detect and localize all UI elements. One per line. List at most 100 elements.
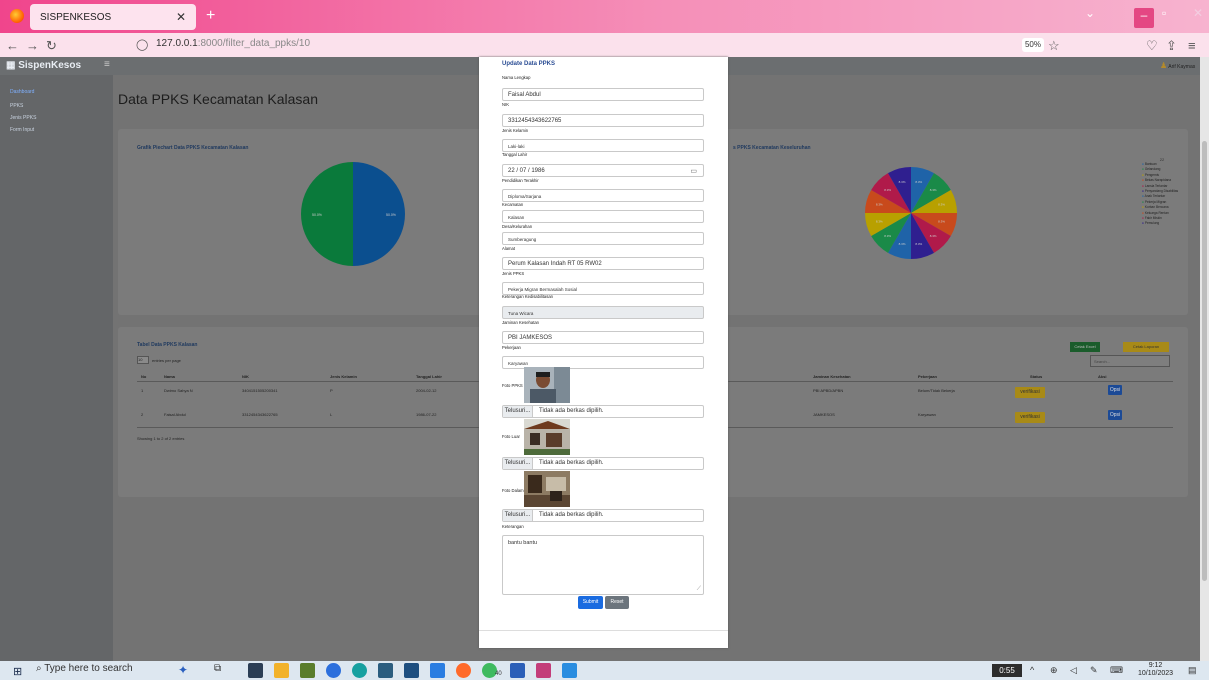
url-host: 127.0.0.1 bbox=[156, 38, 198, 49]
legend-item[interactable]: ● Pemulung bbox=[1142, 221, 1182, 226]
app-icon[interactable] bbox=[248, 663, 263, 678]
hamburger-icon[interactable]: ≡ bbox=[104, 59, 110, 70]
edge-icon[interactable] bbox=[352, 663, 367, 678]
kedisabilitasan-select[interactable]: Tuna Wicara bbox=[502, 306, 704, 319]
jenis-kelamin-select[interactable]: Laki-laki bbox=[502, 139, 704, 152]
th-jenis-kelamin[interactable]: Jenis Kelamin bbox=[330, 374, 357, 379]
legend-label: Bekas Narapidana bbox=[1143, 178, 1172, 183]
desa-select[interactable]: Sumberagung bbox=[502, 232, 704, 245]
th-no[interactable]: No bbox=[141, 374, 146, 379]
cetak-laporan-button[interactable]: Cetak Laporan bbox=[1123, 342, 1169, 352]
forward-icon[interactable]: → bbox=[26, 38, 39, 53]
browse-button[interactable]: Telusuri... bbox=[503, 406, 533, 417]
entries-select[interactable]: 10 bbox=[137, 356, 149, 364]
show-hidden-icons-icon[interactable]: ^ bbox=[1030, 665, 1034, 675]
foto-dalam-file-input[interactable]: Telusuri... Tidak ada berkas dipilih. bbox=[502, 509, 704, 522]
sidebar-item-jenis-ppks[interactable]: Jenis PPKS bbox=[10, 115, 36, 121]
page-scrollbar[interactable] bbox=[1200, 57, 1209, 661]
keyboard-icon[interactable]: ⌨ bbox=[1110, 665, 1123, 676]
status-badge[interactable]: verifikasi bbox=[1015, 387, 1045, 398]
taskbar-search-text: Type here to search bbox=[44, 663, 133, 674]
th-nik[interactable]: NIK bbox=[242, 374, 249, 379]
mail-icon[interactable] bbox=[430, 663, 445, 678]
url-bar[interactable]: 127.0.0.1:8000/filter_data_ppks/10 bbox=[156, 38, 310, 49]
sidebar-item-dashboard[interactable]: Dashboard bbox=[10, 89, 34, 95]
close-tab-icon[interactable]: ✕ bbox=[176, 10, 186, 24]
user-menu[interactable]: ♟ Arif Kaymas bbox=[1160, 61, 1195, 70]
th-pekerjaan[interactable]: Pekerjaan bbox=[918, 374, 937, 379]
cell-tgl: 2004-02-12 bbox=[416, 388, 437, 393]
submit-button[interactable]: Submit bbox=[578, 596, 603, 609]
sidebar-item-ppks[interactable]: PPKS bbox=[10, 103, 23, 109]
file-explorer-icon[interactable] bbox=[274, 663, 289, 678]
minimize-icon[interactable]: – bbox=[1134, 8, 1154, 28]
legend-label: Penyandang Disabilitas bbox=[1143, 189, 1179, 194]
store-icon[interactable] bbox=[404, 663, 419, 678]
shield-icon[interactable]: ◯ bbox=[136, 38, 148, 51]
tab-list-icon[interactable]: ⌄ bbox=[1085, 6, 1095, 20]
keterangan-textarea[interactable]: bantu bantu ⟋ bbox=[502, 535, 704, 595]
cell-nik: 3404151505200341 bbox=[242, 388, 278, 393]
th-nama[interactable]: Nama bbox=[164, 374, 175, 379]
alamat-input[interactable]: Perum Kalasan Indah RT 05 RW02 bbox=[502, 257, 704, 270]
tanggal-lahir-input[interactable]: 22 / 07 / 1986 ▭ bbox=[502, 164, 704, 177]
jaminan-input[interactable]: PBI JAMKESOS bbox=[502, 331, 704, 344]
copilot-icon[interactable]: ✦ bbox=[178, 663, 193, 678]
resize-grip-icon[interactable]: ⟋ bbox=[697, 586, 701, 593]
foto-luar-file-input[interactable]: Telusuri... Tidak ada berkas dipilih. bbox=[502, 457, 704, 470]
label-alamat: Alamat bbox=[502, 246, 516, 251]
th-tanggal-lahir[interactable]: Tanggal Lahir bbox=[416, 374, 442, 379]
reset-button[interactable]: Reset bbox=[605, 596, 629, 609]
taskbar-search[interactable]: ⌕ Type here to search bbox=[36, 663, 133, 674]
browse-button[interactable]: Telusuri... bbox=[503, 458, 533, 469]
zoom-level[interactable]: 50% bbox=[1022, 38, 1044, 52]
opsi-button[interactable]: Opsi bbox=[1108, 385, 1122, 395]
url-path: :8000/filter_data_ppks/10 bbox=[197, 38, 311, 49]
pocket-icon[interactable]: ♡ bbox=[1146, 38, 1158, 54]
kecamatan-select[interactable]: Kalasan bbox=[502, 210, 704, 223]
calendar-icon[interactable]: ▭ bbox=[690, 167, 697, 175]
th-aksi[interactable]: Aksi bbox=[1098, 374, 1106, 379]
vscode-icon[interactable] bbox=[562, 663, 577, 678]
brand-name: SispenKesos bbox=[18, 60, 82, 71]
nama-input[interactable]: Faisal Abdul bbox=[502, 88, 704, 101]
maximize-icon[interactable]: ▫ bbox=[1162, 6, 1166, 20]
network-icon[interactable]: ⊕ bbox=[1050, 665, 1058, 676]
browse-button[interactable]: Telusuri... bbox=[503, 510, 533, 521]
search-input[interactable]: Search... bbox=[1090, 355, 1170, 367]
status-badge[interactable]: verifikasi bbox=[1015, 412, 1045, 423]
pen-icon[interactable]: ✎ bbox=[1090, 665, 1098, 676]
share-icon[interactable]: ⇪ bbox=[1166, 38, 1177, 54]
legend-label: Bantuan bbox=[1143, 162, 1157, 166]
reload-icon[interactable]: ↻ bbox=[46, 38, 57, 54]
app-icon[interactable] bbox=[300, 663, 315, 678]
menu-icon[interactable]: ≡ bbox=[1188, 38, 1196, 53]
app-icon[interactable] bbox=[536, 663, 551, 678]
foto-ppks-file-input[interactable]: Telusuri... Tidak ada berkas dipilih. bbox=[502, 405, 704, 418]
app-icon[interactable] bbox=[378, 663, 393, 678]
new-tab-icon[interactable]: + bbox=[206, 7, 215, 25]
nik-input[interactable]: 3312454343622765 bbox=[502, 114, 704, 127]
sidebar-item-form-input[interactable]: Form Input bbox=[10, 127, 34, 133]
scrollbar-thumb[interactable] bbox=[1202, 141, 1207, 581]
bookmark-star-icon[interactable]: ☆ bbox=[1048, 38, 1060, 54]
close-window-icon[interactable]: ✕ bbox=[1193, 6, 1203, 20]
browser-tab[interactable]: SISPENKESOS ✕ bbox=[30, 4, 196, 30]
brand-logo[interactable]: ▦ SispenKesos bbox=[6, 60, 81, 71]
volume-icon[interactable]: ◁ bbox=[1070, 665, 1077, 676]
legend-label: Pemulung bbox=[1143, 221, 1160, 226]
cetak-excel-button[interactable]: Cetak Excel bbox=[1070, 342, 1100, 352]
th-status[interactable]: Status bbox=[1030, 374, 1042, 379]
windows-start-icon[interactable]: ⊞ bbox=[13, 665, 22, 678]
task-view-icon[interactable]: ⧉ bbox=[214, 663, 229, 678]
pendidikan-select[interactable]: Diploma/Sarjana bbox=[502, 189, 704, 202]
back-icon[interactable]: ← bbox=[6, 38, 19, 53]
notification-icon[interactable]: ▤ bbox=[1188, 665, 1197, 676]
chrome-icon[interactable] bbox=[326, 663, 341, 678]
clock-badge[interactable]: 0:55 bbox=[992, 664, 1022, 677]
opsi-button[interactable]: Opsi bbox=[1108, 410, 1122, 420]
taskbar-clock[interactable]: 9:12 10/10/2023 bbox=[1138, 662, 1173, 678]
th-jaminan[interactable]: Jaminan Kesehatan bbox=[813, 374, 851, 379]
firefox-taskbar-icon[interactable] bbox=[456, 663, 471, 678]
word-icon[interactable] bbox=[510, 663, 525, 678]
